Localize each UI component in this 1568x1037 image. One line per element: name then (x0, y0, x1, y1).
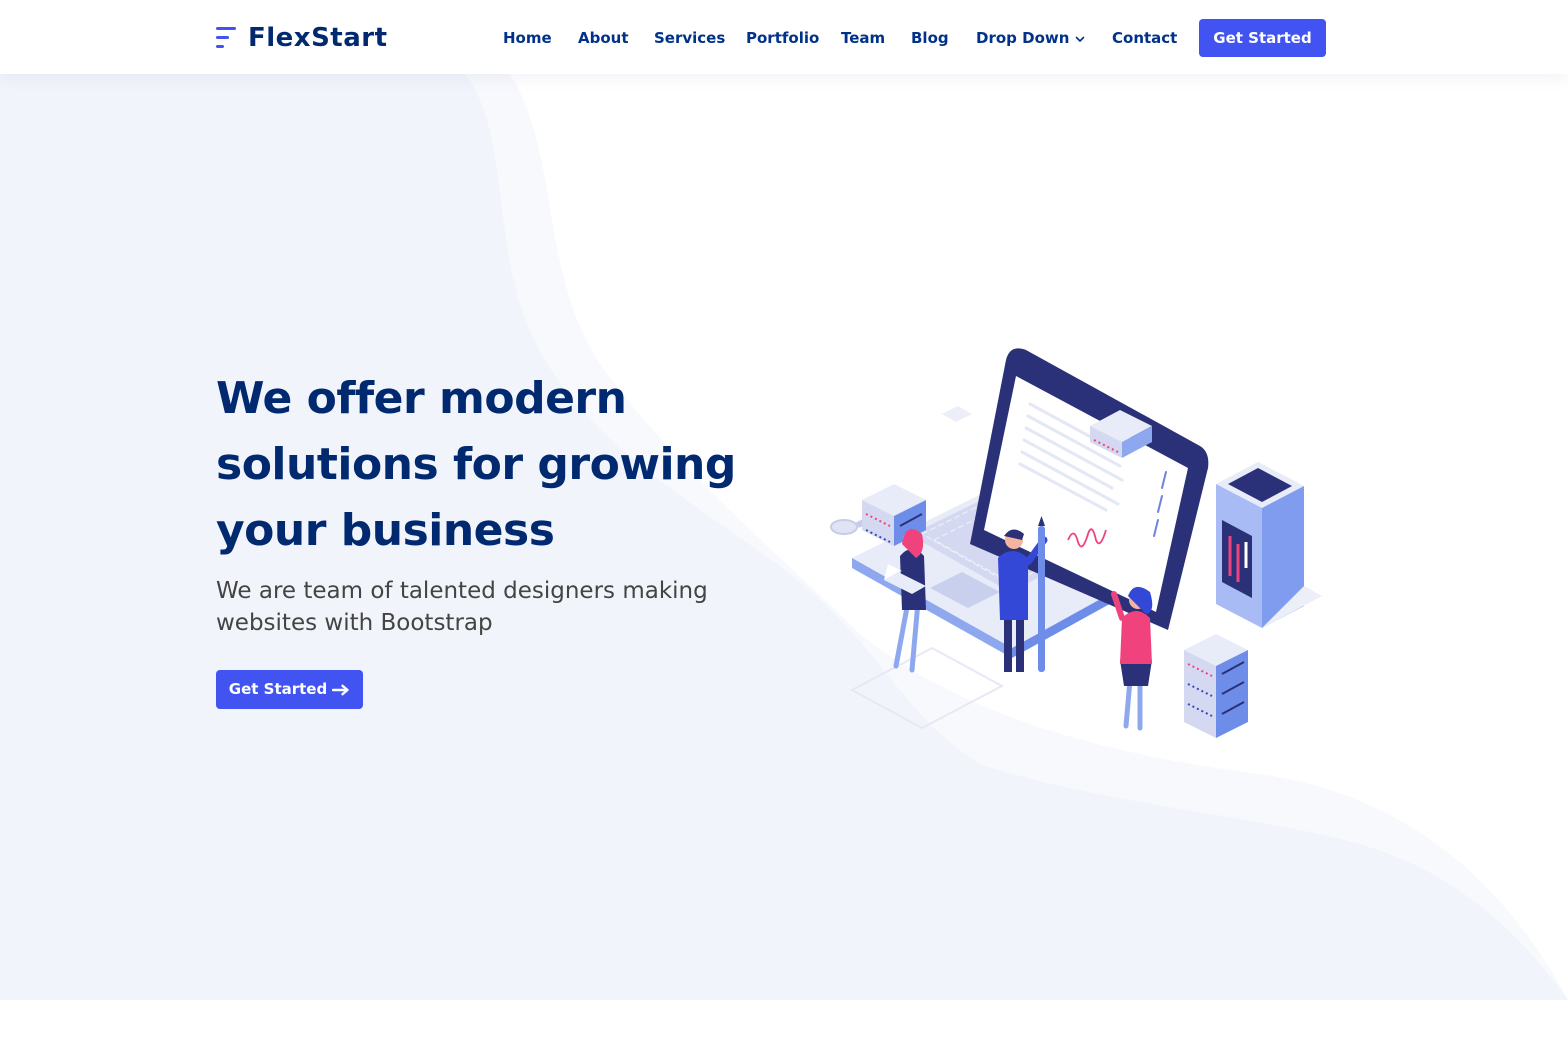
main-nav: Home About Services Portfolio Team Blog … (0, 0, 1568, 74)
nav-services[interactable]: Services (654, 27, 725, 49)
hero-title: We offer modern solutions for growing yo… (216, 373, 736, 556)
nav-dropdown-label: Drop Down (976, 29, 1070, 47)
server-bottom (1184, 634, 1248, 738)
get-started-button[interactable]: Get Started (1199, 19, 1326, 57)
chevron-down-icon (1076, 36, 1085, 42)
hero-section: We offer modern solutions for growing yo… (0, 74, 1568, 1000)
hero-illustration (830, 348, 1322, 738)
hero-get-started-button[interactable]: Get Started (216, 670, 363, 709)
nav-portfolio[interactable]: Portfolio (746, 27, 819, 49)
nav-about[interactable]: About (578, 27, 629, 49)
nav-blog[interactable]: Blog (911, 27, 949, 49)
nav-dropdown[interactable]: Drop Down (976, 27, 1085, 49)
nav-contact[interactable]: Contact (1112, 27, 1177, 49)
server-tower (1216, 462, 1322, 628)
hero-subtitle: We are team of talented designers making… (216, 578, 708, 636)
nav-home[interactable]: Home (503, 27, 552, 49)
site-header: FlexStart Home About Services Portfolio … (0, 0, 1568, 74)
hero-button-label: Get Started (228, 680, 328, 698)
nav-team[interactable]: Team (841, 27, 885, 49)
arrow-right-icon (332, 684, 349, 695)
